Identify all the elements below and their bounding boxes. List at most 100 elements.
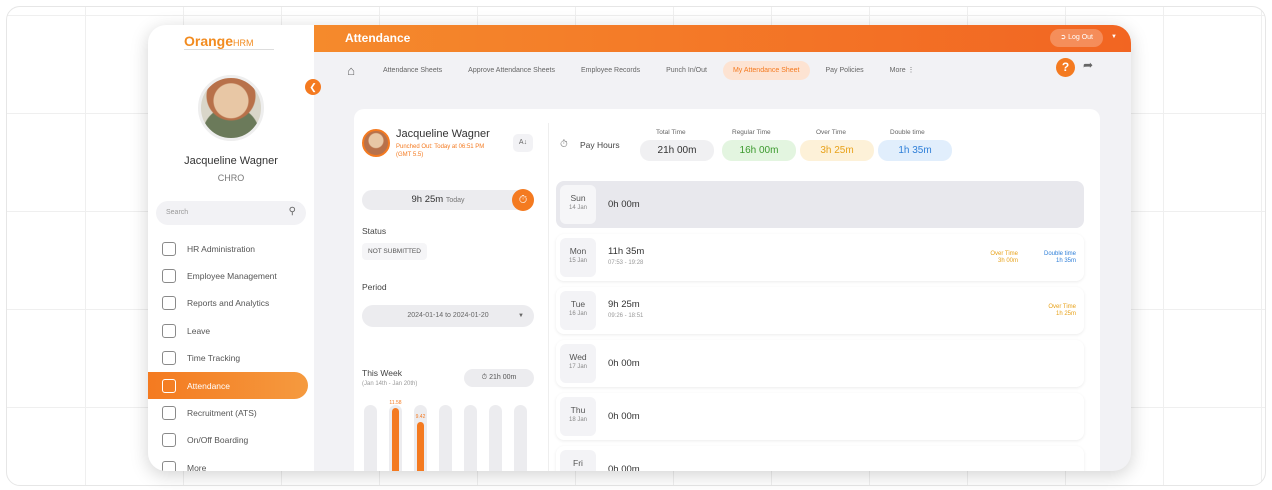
- sidebar-item-onboarding[interactable]: On/Off Boarding: [148, 427, 314, 454]
- day-hours: 0h 00m: [608, 199, 640, 210]
- day-row[interactable]: Fri 0h 00m: [556, 446, 1084, 471]
- sidebar-item-label: HR Administration: [187, 243, 256, 254]
- day-name: Wed: [569, 352, 587, 362]
- sidebar-item-label: More: [187, 462, 207, 471]
- over-time-tag: Over Time 3h 00m: [990, 251, 1018, 265]
- more-icon: [162, 460, 176, 471]
- sidebar-nav: HR Administration Employee Management Re…: [148, 235, 314, 471]
- bar-value-label: 9.42: [415, 414, 426, 420]
- day-date: 14 Jan: [568, 205, 587, 211]
- week-label: This Week: [362, 368, 402, 378]
- employee-avatar: [362, 129, 390, 157]
- day-hours: 9h 25m: [608, 299, 640, 310]
- double-time-tag-label: Double time: [1043, 251, 1076, 257]
- day-name: Sun: [570, 193, 586, 203]
- sidebar-item-label: On/Off Boarding: [187, 435, 249, 446]
- day-badge: Sun 14 Jan: [560, 185, 596, 224]
- day-date: 18 Jan: [568, 417, 587, 423]
- search-icon[interactable]: ⚲: [289, 206, 296, 217]
- sidebar-item-label: Leave: [187, 325, 211, 336]
- sidebar-item-reports[interactable]: Reports and Analytics: [148, 290, 314, 317]
- timer-icon: ⏱: [560, 139, 568, 150]
- today-hours: 9h 25m Today: [362, 190, 534, 210]
- sort-icon[interactable]: A↓: [513, 134, 533, 152]
- over-time-tag-value: 1h 25m: [1055, 311, 1076, 317]
- day-hours: 0h 00m: [608, 464, 640, 471]
- sidebar-item-attendance[interactable]: Attendance: [148, 371, 308, 400]
- share-icon[interactable]: ➦: [1083, 58, 1093, 72]
- sidebar-item-leave[interactable]: Leave: [148, 317, 314, 344]
- sidebar-item-label: Employee Management: [187, 271, 277, 282]
- chevron-down-icon: ▼: [518, 313, 524, 319]
- tab-attendance-sheets[interactable]: Attendance Sheets: [373, 61, 452, 80]
- user-role: CHRO: [217, 173, 245, 183]
- app-window: OrangeHRM Jacqueline Wagner CHRO Search …: [148, 25, 1131, 471]
- sidebar-item-employee-management[interactable]: Employee Management: [148, 262, 314, 289]
- logout-button[interactable]: ➲ Log Out: [1050, 29, 1103, 47]
- over-time-value: 3h 25m: [800, 140, 874, 161]
- over-time-tag-label: Over Time: [1048, 304, 1076, 310]
- over-time-tag-value: 3h 00m: [997, 258, 1018, 264]
- tab-my-attendance-sheet[interactable]: My Attendance Sheet: [722, 60, 810, 80]
- tab-employee-records[interactable]: Employee Records: [571, 61, 650, 80]
- day-badge: Thu 18 Jan: [560, 397, 596, 436]
- pay-hours-label: Pay Hours: [580, 140, 620, 150]
- help-button[interactable]: ?: [1056, 58, 1075, 77]
- sidebar-item-time-tracking[interactable]: Time Tracking: [148, 345, 314, 372]
- day-time-range: 07:53 - 19:28: [608, 260, 644, 266]
- logout-icon: ➲: [1060, 34, 1069, 41]
- tab-punch-in-out[interactable]: Punch In/Out: [656, 61, 717, 80]
- double-time-tag-value: 1h 35m: [1055, 258, 1076, 264]
- leave-icon: [162, 323, 176, 338]
- logo-main: Orange: [184, 33, 234, 49]
- logout-label: Log Out: [1068, 34, 1093, 41]
- period-select[interactable]: 2024-01-14 to 2024-01-20 ▼: [362, 305, 534, 327]
- day-hours: 0h 00m: [608, 411, 640, 422]
- sidebar-item-more[interactable]: More: [148, 454, 314, 471]
- day-date: 16 Jan: [568, 311, 587, 317]
- total-time-value: 21h 00m: [640, 140, 714, 161]
- day-badge: Mon 15 Jan: [560, 238, 596, 277]
- week-range: (Jan 14th - Jan 20th): [362, 381, 418, 387]
- punch-status: Punched Out: Today at 06:51 PM (GMT 5.5): [396, 143, 516, 159]
- bar-fill: [392, 408, 399, 471]
- tab-more[interactable]: More ⋮: [880, 60, 925, 80]
- day-hours: 0h 00m: [608, 358, 640, 369]
- day-date: 17 Jan: [568, 364, 587, 370]
- attendance-icon: [162, 378, 176, 393]
- day-row[interactable]: Wed 17 Jan 0h 00m: [556, 340, 1084, 387]
- user-name: Jacqueline Wagner: [184, 155, 278, 167]
- day-row[interactable]: Mon 15 Jan 11h 35m 07:53 - 19:28 Double time…: [556, 234, 1084, 281]
- divider: [548, 123, 549, 471]
- bar-track: [464, 405, 477, 471]
- over-time-tag: Over Time 1h 25m: [1048, 304, 1076, 318]
- avatar[interactable]: [198, 75, 264, 141]
- search-input[interactable]: Search ⚲: [156, 201, 306, 225]
- bar-track: 11.58: [389, 400, 402, 471]
- hr-admin-icon: [162, 241, 176, 256]
- chevron-down-icon[interactable]: ▼: [1111, 34, 1117, 40]
- weekly-bar-chart: 11.58 9.42: [364, 400, 534, 471]
- tab-pay-policies[interactable]: Pay Policies: [816, 61, 874, 80]
- day-row[interactable]: Tue 16 Jan 9h 25m 09:26 - 18:51 Over Time 1h …: [556, 287, 1084, 334]
- time-tracking-icon: [162, 351, 176, 366]
- sidebar-item-label: Recruitment (ATS): [187, 408, 257, 419]
- tab-approve-attendance-sheets[interactable]: Approve Attendance Sheets: [458, 61, 565, 80]
- double-time-tag: Double time 1h 35m: [1044, 251, 1076, 265]
- onboarding-icon: [162, 433, 176, 448]
- sidebar: OrangeHRM Jacqueline Wagner CHRO Search …: [148, 25, 314, 471]
- collapse-sidebar-button[interactable]: ❮: [305, 79, 321, 95]
- reports-icon: [162, 296, 176, 311]
- sidebar-item-hr-administration[interactable]: HR Administration: [148, 235, 314, 262]
- day-time-range: 09:26 - 18:51: [608, 313, 644, 319]
- sidebar-item-recruitment[interactable]: Recruitment (ATS): [148, 399, 314, 426]
- home-icon[interactable]: ⌂: [341, 63, 361, 78]
- day-hours: 11h 35m: [608, 246, 645, 257]
- day-row[interactable]: Thu 18 Jan 0h 00m: [556, 393, 1084, 440]
- employees-icon: [162, 269, 176, 284]
- punch-status-line: Punched Out: Today at 06:51 PM: [396, 144, 485, 150]
- today-hours-suffix: Today: [445, 197, 465, 204]
- day-row[interactable]: Sun 14 Jan 0h 00m: [556, 181, 1084, 228]
- stopwatch-icon[interactable]: ⏱: [512, 189, 534, 211]
- day-name: Thu: [570, 405, 586, 415]
